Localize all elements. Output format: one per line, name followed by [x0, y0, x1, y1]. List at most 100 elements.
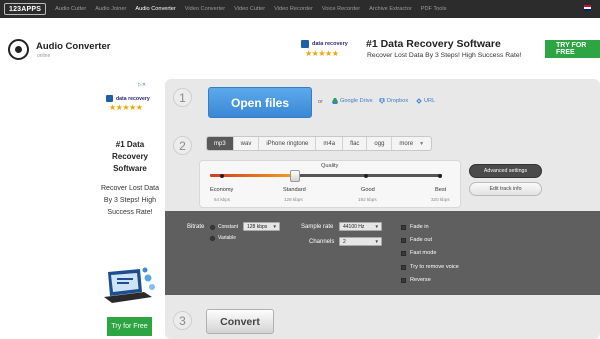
- language-flag-icon[interactable]: [584, 5, 591, 11]
- quality-good-label: Good: [361, 187, 375, 193]
- checkbox-icon: [401, 277, 406, 283]
- step-2-number: 2: [173, 136, 192, 155]
- brand-logo[interactable]: 123APPS: [4, 3, 47, 15]
- bitrate-select[interactable]: 128 kbps ▼: [243, 222, 280, 231]
- format-tab-iphone-ringtone[interactable]: iPhone ringtone: [259, 137, 317, 150]
- radio-icon: [210, 224, 215, 230]
- app-subtitle: online: [37, 53, 51, 59]
- bitrate-variable-radio[interactable]: Variable: [210, 235, 236, 241]
- edit-track-info-button[interactable]: Edit track info: [469, 182, 542, 196]
- ad-side-brand-label: data recovery: [116, 95, 150, 102]
- format-tab-flac[interactable]: flac: [343, 137, 368, 150]
- ad-top-brand[interactable]: data recovery: [301, 40, 348, 48]
- advanced-settings-button[interactable]: Advanced settings: [469, 164, 542, 178]
- format-tab-ogg[interactable]: ogg: [367, 137, 393, 150]
- data-recovery-logo-icon: [106, 95, 113, 102]
- radio-icon: [210, 235, 215, 241]
- nav-item-audio-converter[interactable]: Audio Converter: [135, 6, 175, 12]
- or-separator: or: [318, 99, 323, 105]
- quality-standard-rate: 128 kbps: [284, 197, 303, 202]
- sample-rate-select[interactable]: 44100 Hz ▼: [339, 222, 382, 231]
- open-files-button[interactable]: Open files: [208, 87, 312, 118]
- google-drive-label: Google Drive: [340, 98, 373, 104]
- url-label: URL: [424, 98, 436, 104]
- laptop-illustration-icon: [104, 267, 155, 303]
- nav-item-video-recorder[interactable]: Video Recorder: [274, 6, 313, 12]
- quality-tick-best[interactable]: [438, 174, 442, 178]
- fade-in-checkbox[interactable]: Fade in: [401, 224, 429, 230]
- quality-best-rate: 320 kbps: [431, 197, 450, 202]
- quality-economy-rate: 64 kbps: [214, 197, 231, 202]
- ad-side-rating-stars: ★★★★★: [109, 103, 143, 112]
- fade-out-checkbox[interactable]: Fade out: [401, 237, 432, 243]
- quality-standard-label: Standard: [283, 187, 306, 193]
- ad-side-try-button[interactable]: Try for Free: [107, 317, 152, 336]
- bitrate-constant-radio[interactable]: Constant: [210, 224, 238, 230]
- fast-mode-label: Fast mode: [410, 250, 437, 256]
- nav-item-audio-joiner[interactable]: Audio Joiner: [95, 6, 126, 12]
- checkbox-icon: [401, 237, 406, 243]
- ad-side-text: Recover Lost Data By 3 Steps! High Succe…: [101, 185, 159, 216]
- sample-rate-select-value: 44100 Hz: [343, 223, 365, 230]
- page: 123APPS Audio Cutter Audio Joiner Audio …: [0, 0, 600, 339]
- bitrate-select-value: 128 kbps: [247, 223, 268, 230]
- channels-select[interactable]: 2 ▼: [339, 237, 382, 246]
- ad-top-text: Recover Lost Data By 3 Steps! High Succe…: [367, 52, 522, 59]
- nav-item-archive-extractor[interactable]: Archive Extractor: [369, 6, 412, 12]
- dropbox-icon: [379, 98, 385, 104]
- audio-converter-logo-icon: [8, 39, 29, 60]
- ad-side-title: #1 Data Recovery Software: [111, 140, 149, 173]
- chevron-down-icon: ▼: [419, 140, 425, 147]
- checkbox-icon: [401, 264, 406, 270]
- format-tabs: mp3 wav iPhone ringtone m4a flac ogg mor…: [206, 136, 433, 151]
- nav-item-video-converter[interactable]: Video Converter: [185, 6, 225, 12]
- step-3-number: 3: [173, 311, 192, 330]
- nav-item-video-cutter[interactable]: Video Cutter: [234, 6, 265, 12]
- quality-best-label: Best: [435, 187, 447, 193]
- format-tab-more[interactable]: more ▼: [392, 137, 431, 150]
- checkbox-icon: [401, 250, 406, 256]
- nav-item-pdf-tools[interactable]: PDF Tools: [421, 6, 447, 12]
- quality-tick-economy[interactable]: [220, 174, 224, 178]
- format-more-label: more: [399, 140, 414, 147]
- ad-top-rating-stars: ★★★★★: [305, 49, 339, 58]
- checkbox-icon: [401, 224, 406, 230]
- format-tab-m4a[interactable]: m4a: [316, 137, 344, 150]
- data-recovery-logo-icon: [301, 40, 309, 48]
- step-1-number: 1: [173, 88, 192, 107]
- app-title: Audio Converter: [36, 41, 111, 52]
- channels-label: Channels: [309, 239, 335, 245]
- sample-rate-label: Sample rate: [301, 224, 334, 230]
- quality-slider-handle[interactable]: [290, 170, 300, 182]
- ad-top-try-button[interactable]: TRY FOR FREE: [545, 40, 600, 58]
- nav-item-audio-cutter[interactable]: Audio Cutter: [55, 6, 86, 12]
- fade-in-label: Fade in: [410, 224, 429, 230]
- channels-select-value: 2: [343, 238, 346, 245]
- ad-top-brand-label: data recovery: [312, 41, 348, 47]
- google-drive-icon: [332, 98, 338, 104]
- quality-tick-good[interactable]: [364, 174, 368, 178]
- ad-side-brand[interactable]: data recovery: [106, 95, 150, 102]
- quality-good-rate: 192 kbps: [358, 197, 377, 202]
- quality-economy-label: Economy: [210, 187, 234, 193]
- bitrate-label: Bitrate: [187, 224, 205, 230]
- fade-out-label: Fade out: [410, 237, 433, 243]
- dropbox-link[interactable]: Dropbox: [379, 98, 408, 104]
- convert-button[interactable]: Convert: [206, 309, 274, 334]
- converter-panel: [165, 79, 600, 339]
- nav-item-voice-recorder[interactable]: Voice Recorder: [322, 6, 360, 12]
- adchoices-icon[interactable]: ▷✕: [138, 82, 146, 88]
- fast-mode-checkbox[interactable]: Fast mode: [401, 250, 436, 256]
- link-icon: [416, 98, 422, 104]
- remove-voice-checkbox[interactable]: Try to remove voice: [401, 264, 459, 270]
- google-drive-link[interactable]: Google Drive: [332, 98, 373, 104]
- ad-top-title[interactable]: #1 Data Recovery Software: [366, 38, 501, 50]
- reverse-checkbox[interactable]: Reverse: [401, 277, 431, 283]
- format-tab-mp3[interactable]: mp3: [207, 137, 234, 150]
- format-tab-wav[interactable]: wav: [234, 137, 260, 150]
- quality-label: Quality: [321, 163, 339, 169]
- chevron-down-icon: ▼: [374, 239, 379, 244]
- chevron-down-icon: ▼: [374, 224, 379, 229]
- url-link[interactable]: URL: [416, 98, 435, 104]
- dropbox-label: Dropbox: [387, 98, 409, 104]
